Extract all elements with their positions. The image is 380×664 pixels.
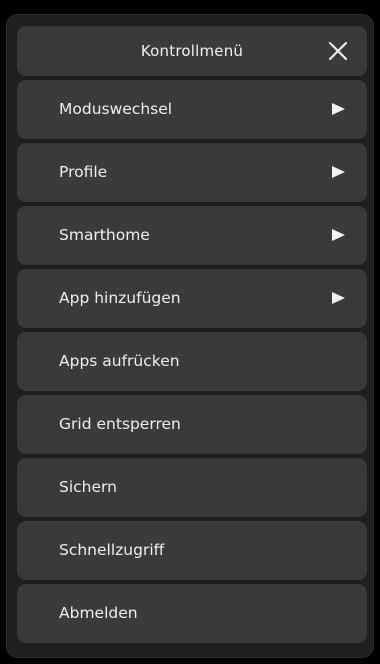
menu-item-smarthome[interactable]: Smarthome — [17, 206, 367, 265]
menu-item-label: Moduswechsel — [59, 100, 173, 118]
menu-item-label: Sichern — [59, 478, 117, 496]
close-icon — [328, 41, 348, 61]
menu-item-label: Abmelden — [59, 604, 138, 622]
close-button[interactable] — [327, 40, 349, 62]
menu-item-grid-entsperren[interactable]: Grid entsperren — [17, 395, 367, 454]
menu-header: Kontrollmenü — [17, 26, 367, 76]
menu-title: Kontrollmenü — [140, 42, 244, 60]
menu-item-apps-aufruecken[interactable]: Apps aufrücken — [17, 332, 367, 391]
submenu-arrow-icon — [332, 229, 345, 241]
menu-item-label: Schnellzugriff — [59, 541, 165, 559]
menu-item-label: Grid entsperren — [59, 415, 181, 433]
menu-item-abmelden[interactable]: Abmelden — [17, 584, 367, 643]
menu-item-app-hinzufuegen[interactable]: App hinzufügen — [17, 269, 367, 328]
menu-item-moduswechsel[interactable]: Moduswechsel — [17, 80, 367, 139]
menu-item-label: App hinzufügen — [59, 289, 181, 307]
menu-item-label: Smarthome — [59, 226, 150, 244]
menu-item-sichern[interactable]: Sichern — [17, 458, 367, 517]
menu-list: Moduswechsel Profile Smarthome App hinzufüg… — [17, 80, 367, 647]
menu-item-label: Profile — [59, 163, 108, 181]
menu-item-schnellzugriff[interactable]: Schnellzugriff — [17, 521, 367, 580]
submenu-arrow-icon — [332, 103, 345, 115]
menu-item-profile[interactable]: Profile — [17, 143, 367, 202]
submenu-arrow-icon — [332, 166, 345, 178]
menu-item-label: Apps aufrücken — [59, 352, 180, 370]
submenu-arrow-icon — [332, 292, 345, 304]
